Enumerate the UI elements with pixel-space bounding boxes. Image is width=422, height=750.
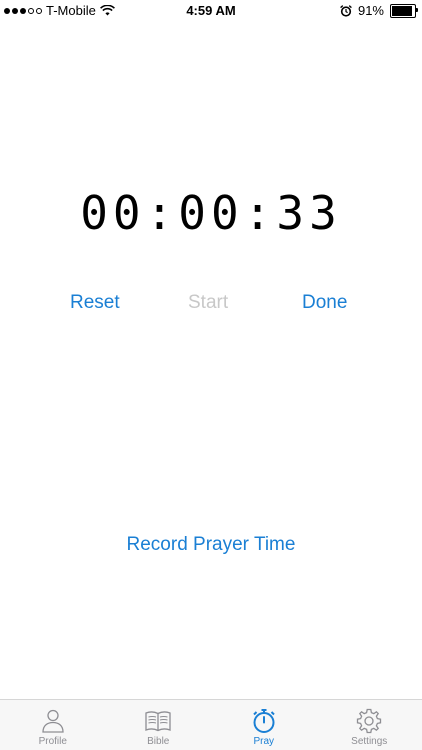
person-icon [42,709,64,733]
book-icon [145,711,171,732]
tab-label: Settings [351,736,388,747]
status-right: 91% [340,3,418,18]
timer-controls: Reset Start Done [0,292,422,318]
gear-icon [357,708,382,734]
battery-percent: 91% [357,3,384,18]
tab-settings[interactable]: Settings [317,700,422,750]
status-bar: T-Mobile 4:59 AM 91% [0,0,422,22]
battery-fill [392,5,413,16]
screen: T-Mobile 4:59 AM 91% 00:00:33 Reset Star… [0,0,422,750]
tab-bar: Profile Bible Pray Settings [0,699,422,750]
reset-button[interactable]: Reset [70,292,120,314]
tab-profile[interactable]: Profile [0,700,106,750]
stopwatch-icon [253,709,275,733]
tab-label: Bible [147,736,170,747]
battery-icon [390,3,418,18]
tab-label: Pray [253,736,275,747]
start-button[interactable]: Start [188,292,228,314]
alarm-icon [340,4,352,17]
tab-label: Profile [38,736,67,747]
tab-bible[interactable]: Bible [106,700,212,750]
record-prayer-time-button[interactable]: Record Prayer Time [91,533,331,557]
done-button[interactable]: Done [302,292,347,314]
timer-display: 00:00:33 [80,186,342,240]
tab-pray[interactable]: Pray [211,700,317,750]
